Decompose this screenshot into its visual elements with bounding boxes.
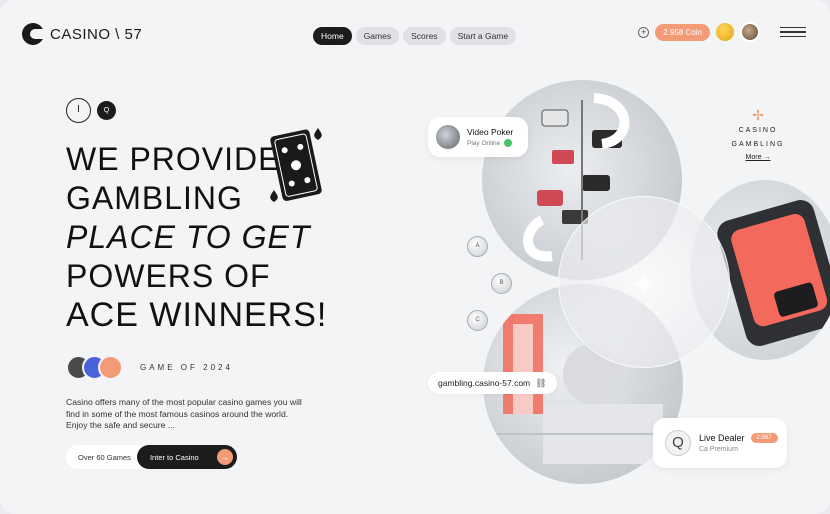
chip-c[interactable]: C <box>467 310 488 331</box>
page: CASINO \ 57 Home Games Scores Start a Ga… <box>0 0 830 514</box>
hamburger-menu-icon[interactable] <box>780 26 806 38</box>
site-url-text: gambling.casino-57.com <box>438 378 531 388</box>
live-dealer-subtitle: Ca Premium <box>699 446 738 453</box>
link-icon: ⛓ <box>535 377 547 388</box>
playing-card-suits-icon <box>270 128 322 202</box>
add-coins-icon[interactable]: + <box>638 26 650 38</box>
logo-text: CASINO \ 57 <box>50 25 143 43</box>
star-icon: ✦ <box>631 270 657 303</box>
online-status-icon <box>504 139 513 147</box>
video-poker-subtitle: Play Online <box>467 139 501 147</box>
headline-line-5: ACE WINNERS! <box>66 296 328 334</box>
headline-line-4: POWERS OF <box>66 258 271 294</box>
more-link[interactable]: More → <box>726 154 790 161</box>
enter-casino-button[interactable]: Inter to Casino → <box>136 445 237 469</box>
coin-stack: A B C <box>467 236 512 331</box>
main-nav: Home Games Scores Start a Game <box>313 27 517 45</box>
enter-casino-label: Inter to Casino <box>149 452 199 462</box>
video-poker-title: Video Poker <box>467 127 514 137</box>
glass-orb: ✦ <box>558 196 730 368</box>
logo-c-icon <box>22 23 44 45</box>
live-dealer-badge: 2.067 <box>750 433 778 443</box>
chip-b[interactable]: B <box>491 273 512 294</box>
user-avatar[interactable] <box>740 22 760 42</box>
video-poker-status: Play Online <box>467 139 513 147</box>
games-count-button[interactable]: Over 60 Games <box>78 453 131 462</box>
coin-balance[interactable]: 2.958 Coin <box>655 23 710 41</box>
video-poker-card[interactable]: Video Poker Play Online <box>428 117 528 157</box>
hero-control-q[interactable]: Q <box>97 101 116 120</box>
nav-tab-home[interactable]: Home <box>313 27 352 45</box>
queen-card-icon: Q <box>665 430 691 456</box>
chip-a[interactable]: A <box>467 236 488 257</box>
site-url-pill[interactable]: gambling.casino-57.com ⛓ <box>428 372 557 394</box>
game-thumb-3[interactable] <box>98 355 123 380</box>
gold-coin-icon <box>716 23 734 41</box>
hero-description: Casino offers many of the most popular c… <box>66 397 302 430</box>
hero-control-i[interactable]: I <box>66 98 91 123</box>
game-of-year-label: GAME OF 2024 <box>140 363 233 372</box>
live-dealer-title: Live Dealer <box>699 433 745 443</box>
nav-tab-start-game[interactable]: Start a Game <box>449 27 517 45</box>
nav-tab-scores[interactable]: Scores <box>403 27 446 45</box>
logo[interactable]: CASINO \ 57 <box>22 23 142 45</box>
cta-group: Over 60 Games Inter to Casino → <box>66 445 237 469</box>
game-of-year-row: GAME OF 2024 <box>66 355 233 380</box>
live-dealer-header: Live Dealer 2.067 <box>699 433 778 443</box>
headline-line-3: PLACE TO GET <box>66 219 311 255</box>
arrow-right-icon: → <box>216 449 233 465</box>
live-dealer-card[interactable]: Q Live Dealer 2.067 Ca Premium <box>653 418 787 468</box>
header-actions: + 2.958 Coin <box>638 22 806 42</box>
video-poker-avatar <box>436 125 460 149</box>
nav-tab-games[interactable]: Games <box>355 27 400 45</box>
sparkle-icon: ✢ <box>752 107 764 123</box>
brand-line-1: CASINO <box>738 127 778 134</box>
brand-line-2: GAMBLING <box>731 141 785 148</box>
casino-gambling-block: ✢ CASINO GAMBLING More → <box>726 108 790 161</box>
hero-controls: I Q <box>66 98 116 123</box>
